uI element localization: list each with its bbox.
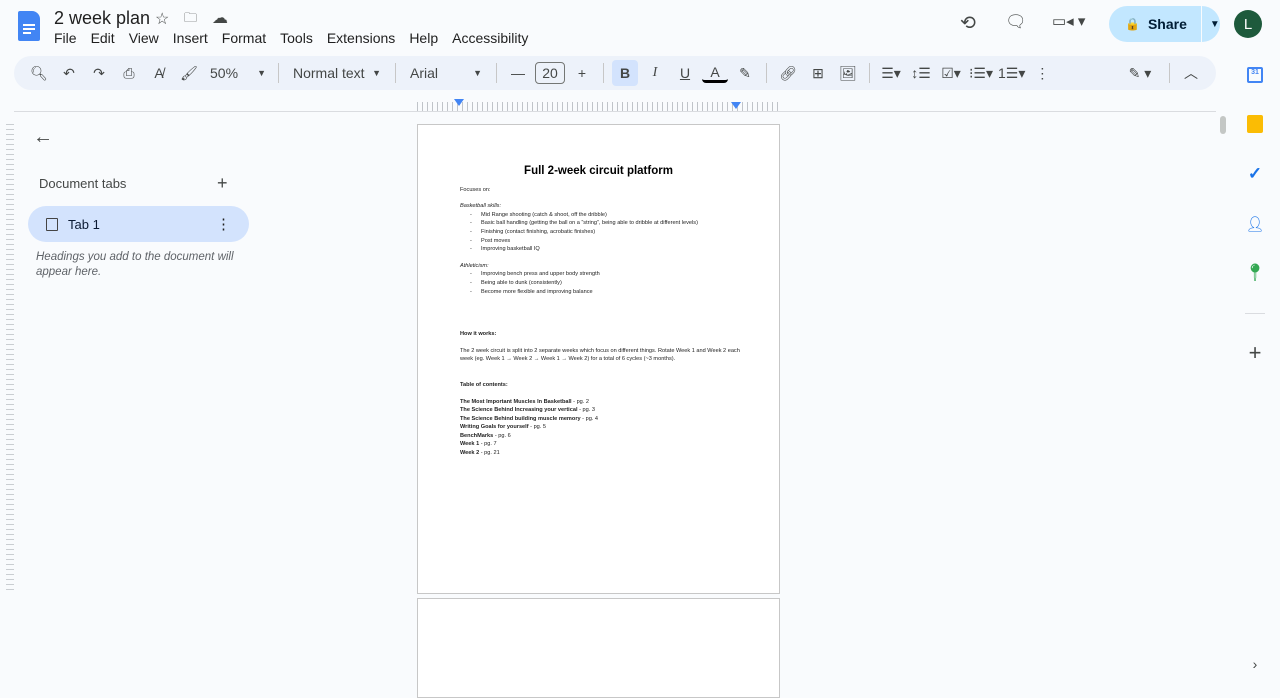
- comments-icon[interactable]: 🗨: [1005, 12, 1027, 32]
- toc-entry[interactable]: Writing Goals for yourself - pg. 5: [460, 423, 779, 432]
- cloud-status-icon: ☁: [212, 10, 228, 27]
- decrease-font-size-icon[interactable]: —: [505, 60, 531, 86]
- document-tabs-heading: Document tabs: [39, 176, 127, 191]
- vertical-ruler[interactable]: [6, 124, 14, 594]
- focuses-text: Focuses on:: [460, 186, 491, 193]
- menu-view[interactable]: View: [129, 30, 159, 46]
- toolbar: 🔍︎ ↶ ↷ ⎙ A̸ 🖌︎ 50% ▼ Normal text ▼ Arial ▼ …: [14, 56, 1216, 90]
- tasks-icon[interactable]: ✓: [1243, 162, 1267, 186]
- document-page-2[interactable]: [417, 598, 780, 698]
- list-item: Basic ball handling (getting the ball on…: [460, 219, 779, 228]
- search-menus-icon[interactable]: 🔍︎: [26, 60, 52, 86]
- spellcheck-icon[interactable]: A̸: [146, 60, 172, 86]
- how-heading: How it works:: [460, 331, 497, 338]
- doc-title: Full 2-week circuit platform: [524, 165, 673, 177]
- zoom-value: 50%: [210, 65, 239, 81]
- version-history-icon[interactable]: ⟲: [960, 12, 976, 35]
- toc-entry[interactable]: BenchMarks - pg. 6: [460, 432, 779, 441]
- bold-icon[interactable]: B: [612, 60, 638, 86]
- menu-help[interactable]: Help: [409, 30, 438, 46]
- list-item: Improving bench press and upper body str…: [460, 270, 779, 279]
- numbered-list-icon[interactable]: 1☰▾: [998, 60, 1025, 86]
- underline-icon[interactable]: U: [672, 60, 698, 86]
- share-label: Share: [1147, 16, 1187, 32]
- bulleted-list-icon[interactable]: ⁝☰▾: [968, 60, 994, 86]
- highlight-icon[interactable]: ✎: [732, 60, 758, 86]
- toc-heading: Table of contents:: [460, 381, 508, 388]
- lock-icon: 🔒: [1125, 17, 1140, 31]
- style-value: Normal text: [293, 65, 365, 81]
- toc-entry[interactable]: Week 2 - pg. 21: [460, 449, 779, 458]
- insert-image-icon[interactable]: 🖼︎: [835, 60, 861, 86]
- print-icon[interactable]: ⎙: [116, 60, 142, 86]
- list-item: Improving basketball IQ: [460, 245, 779, 254]
- zoom-select[interactable]: 50% ▼: [206, 60, 270, 86]
- add-comment-icon[interactable]: ⊞: [805, 60, 831, 86]
- align-icon[interactable]: ☰▾: [878, 60, 904, 86]
- undo-icon[interactable]: ↶: [56, 60, 82, 86]
- list-item: Mid Range shooting (catch & shoot, off t…: [460, 211, 779, 220]
- share-button[interactable]: 🔒 Share ▼: [1109, 6, 1220, 42]
- contacts-icon[interactable]: 👤︎: [1243, 212, 1267, 236]
- text-color-icon[interactable]: A: [702, 63, 728, 83]
- menu-extensions[interactable]: Extensions: [327, 30, 395, 46]
- meet-icon[interactable]: ▭◂ ▾: [1052, 12, 1085, 30]
- menu-accessibility[interactable]: Accessibility: [452, 30, 528, 46]
- menu-file[interactable]: File: [54, 30, 77, 46]
- font-size-input[interactable]: 20: [535, 62, 565, 84]
- athleticism-heading: Athleticism:: [460, 262, 489, 269]
- font-select[interactable]: Arial ▼: [404, 60, 488, 86]
- back-arrow-icon[interactable]: ←: [33, 126, 53, 149]
- hide-menus-icon[interactable]: ︿: [1178, 60, 1204, 86]
- scrollbar-thumb[interactable]: [1220, 116, 1226, 134]
- get-addons-icon[interactable]: +: [1243, 340, 1267, 365]
- docs-logo[interactable]: [18, 11, 40, 41]
- document-icon: [46, 217, 58, 231]
- sidebar-tab-1[interactable]: Tab 1 ⋮: [28, 206, 249, 242]
- link-icon[interactable]: 🔗︎: [775, 60, 801, 86]
- add-tab-icon[interactable]: +: [217, 173, 228, 194]
- outline-hint: Headings you add to the document will ap…: [36, 251, 234, 278]
- paint-format-icon[interactable]: 🖌︎: [176, 60, 202, 86]
- font-value: Arial: [410, 65, 439, 81]
- list-item: Finishing (contact finishing, acrobatic …: [460, 228, 779, 237]
- document-page[interactable]: Full 2-week circuit platform Focuses on:…: [417, 124, 780, 594]
- menu-format[interactable]: Format: [222, 30, 266, 46]
- move-folder-icon[interactable]: 🗀: [184, 9, 197, 31]
- style-select[interactable]: Normal text ▼: [287, 60, 387, 86]
- keep-icon[interactable]: [1243, 112, 1267, 136]
- calendar-icon[interactable]: 31: [1243, 63, 1267, 87]
- list-item: Post moves: [460, 237, 779, 246]
- document-title[interactable]: 2 week plan: [54, 8, 150, 29]
- how-text: The 2 week circuit is split into 2 separ…: [460, 347, 740, 363]
- more-options-icon[interactable]: ⋮: [1029, 60, 1055, 86]
- menu-bar: File Edit View Insert Format Tools Exten…: [54, 30, 542, 46]
- tab-label: Tab 1: [68, 216, 100, 232]
- star-icon[interactable]: ☆: [155, 9, 169, 29]
- show-side-panel-icon[interactable]: ›: [1243, 652, 1267, 676]
- skills-heading: Basketball skills:: [460, 203, 502, 210]
- toc-entry[interactable]: The Science Behind building muscle memor…: [460, 415, 779, 424]
- toc-entry[interactable]: Week 1 - pg. 7: [460, 440, 779, 449]
- toc-entry[interactable]: The Science Behind Increasing your verti…: [460, 406, 779, 415]
- italic-icon[interactable]: I: [642, 60, 668, 86]
- menu-edit[interactable]: Edit: [91, 30, 115, 46]
- redo-icon[interactable]: ↷: [86, 60, 112, 86]
- maps-icon[interactable]: 📍︎: [1243, 261, 1267, 285]
- tab-options-icon[interactable]: ⋮: [216, 215, 231, 233]
- list-item: Being able to dunk (consistently): [460, 279, 779, 288]
- menu-tools[interactable]: Tools: [280, 30, 313, 46]
- editing-mode-icon[interactable]: ✎ ▾: [1127, 60, 1153, 86]
- line-spacing-icon[interactable]: ↕☰: [908, 60, 934, 86]
- share-dropdown-icon[interactable]: ▼: [1210, 19, 1220, 30]
- avatar[interactable]: L: [1234, 10, 1262, 38]
- list-item: Become more flexible and improving balan…: [460, 288, 779, 297]
- menu-insert[interactable]: Insert: [173, 30, 208, 46]
- increase-font-size-icon[interactable]: +: [569, 60, 595, 86]
- checklist-icon[interactable]: ☑▾: [938, 60, 964, 86]
- toc-entry[interactable]: The Most Important Muscles In Basketball…: [460, 398, 779, 407]
